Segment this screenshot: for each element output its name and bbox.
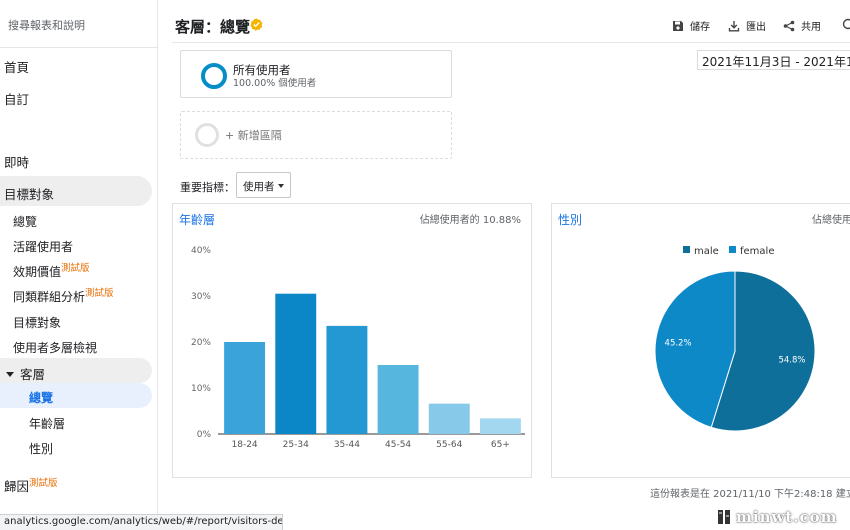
- bar-55-64[interactable]: [428, 403, 470, 434]
- x-tick-label: 35-44: [334, 440, 360, 450]
- save-button[interactable]: 儲存: [672, 18, 710, 33]
- x-tick-label: 55-64: [436, 440, 462, 450]
- date-range-picker[interactable]: 2021年11月3日 - 2021年11月9日: [697, 50, 850, 70]
- status-bar-url: analytics.google.com/analytics/web/#/rep…: [0, 514, 283, 530]
- x-tick-label: 18-24: [232, 440, 258, 450]
- beta-badge: 測試版: [85, 288, 114, 299]
- beta-badge: 測試版: [61, 263, 90, 274]
- x-tick-label: 25-34: [283, 440, 309, 450]
- sidebar-item-demographics[interactable]: 客層: [6, 364, 45, 383]
- legend-swatch-female: [729, 246, 736, 253]
- y-tick-label: 10%: [191, 384, 211, 394]
- x-tick-label: 65+: [491, 440, 510, 450]
- sidebar-item-demo-age[interactable]: 年齡層: [29, 415, 65, 432]
- header-divider: [172, 42, 850, 43]
- legend-label-male: male: [694, 246, 719, 257]
- verified-badge-icon: [250, 18, 263, 31]
- sidebar-item-lifetime-value[interactable]: 效期價值測試版: [13, 263, 90, 280]
- app-window: 搜尋報表和說明 首頁 自訂 即時 目標對象 總覽 活躍使用者 效期價值測試版 同…: [0, 0, 850, 530]
- beta-badge: 測試版: [29, 478, 58, 489]
- pie-slice-label: 45.2%: [665, 338, 692, 348]
- sidebar-item-home[interactable]: 首頁: [4, 57, 29, 76]
- segment-all-users[interactable]: 所有使用者 100.00% 個使用者: [180, 50, 452, 98]
- save-label: 儲存: [690, 22, 710, 33]
- sidebar: 搜尋報表和說明 首頁 自訂 即時 目標對象 總覽 活躍使用者 效期價值測試版 同…: [0, 0, 158, 530]
- bar-35-44[interactable]: [326, 325, 368, 434]
- sidebar-item-attribution[interactable]: 歸因測試版: [4, 476, 58, 495]
- metric-label: 重要指標：: [180, 181, 235, 194]
- add-segment-button[interactable]: + 新增區隔: [180, 111, 452, 159]
- segment-ring-icon: [201, 63, 227, 89]
- sidebar-item-cohort[interactable]: 同類群組分析測試版: [13, 288, 114, 305]
- sidebar-item-label: 同類群組分析: [13, 290, 86, 304]
- sidebar-item-label: 效期價值: [13, 265, 62, 279]
- sidebar-highlight-active: [0, 383, 152, 408]
- sidebar-search-input[interactable]: 搜尋報表和說明: [8, 17, 85, 33]
- y-tick-label: 40%: [191, 246, 211, 256]
- sidebar-item-label: 歸因: [4, 479, 30, 494]
- sidebar-item-realtime[interactable]: 即時: [4, 152, 29, 171]
- x-tick-label: 45-54: [385, 440, 411, 450]
- page-title: 客層：總覽: [175, 18, 251, 36]
- bar-45-54[interactable]: [377, 365, 419, 434]
- download-icon: [728, 20, 740, 31]
- sidebar-item-audience[interactable]: 目標對象: [4, 184, 54, 203]
- report-created-note: 這份報表是在 2021/11/10 下午2:48:18 建立的 -: [650, 489, 850, 500]
- minwt-logo-icon: [718, 510, 730, 524]
- sidebar-item-demo-gender[interactable]: 性別: [29, 440, 53, 457]
- gender-panel: 性別 佔總使用者 malefemale54.8%45.2%: [551, 203, 850, 478]
- add-segment-label: + 新增區隔: [225, 129, 282, 142]
- save-icon: [673, 20, 683, 31]
- bar-65+[interactable]: [479, 418, 521, 434]
- y-tick-label: 30%: [191, 292, 211, 302]
- sidebar-item-active-users[interactable]: 活躍使用者: [13, 238, 73, 255]
- sidebar-item-label: 客層: [20, 367, 46, 382]
- share-label: 共用: [801, 22, 821, 33]
- sidebar-item-overview[interactable]: 總覽: [13, 213, 37, 230]
- watermark: minwt.com: [736, 508, 838, 526]
- empty-segment-ring-icon: [195, 123, 219, 147]
- metric-dropdown[interactable]: 使用者: [236, 172, 291, 198]
- insights-icon[interactable]: [842, 18, 850, 30]
- y-tick-label: 0%: [197, 430, 212, 440]
- metric-selected-value: 使用者: [243, 181, 275, 193]
- dropdown-caret-icon: [278, 184, 284, 188]
- legend-swatch-male: [683, 246, 690, 253]
- sidebar-item-demo-overview[interactable]: 總覽: [29, 389, 53, 406]
- caret-down-icon: [6, 372, 14, 377]
- export-button[interactable]: 匯出: [728, 18, 766, 33]
- sidebar-divider: [0, 47, 158, 48]
- sidebar-item-audiences[interactable]: 目標對象: [13, 314, 61, 331]
- age-panel: 年齡層 佔總使用者的 10.88% 0% 10% 20% 30% 40% 18-24 25-…: [172, 203, 532, 478]
- export-label: 匯出: [746, 22, 766, 33]
- legend-label-female: female: [740, 246, 774, 257]
- gender-pie-chart: male female 54.8% 45.2%: [654, 246, 816, 432]
- sidebar-item-custom[interactable]: 自訂: [4, 89, 29, 108]
- share-button[interactable]: 共用: [783, 18, 821, 33]
- y-tick-label: 20%: [191, 338, 211, 348]
- pie-slice-label: 54.8%: [778, 356, 805, 366]
- age-bar-chart: 0% 10% 20% 30% 40% 18-24 25-34 35-44 45-54 55-64 6…: [191, 246, 525, 450]
- share-icon: [783, 20, 795, 31]
- bar-25-34[interactable]: [275, 293, 317, 434]
- segment-percentage: 100.00% 個使用者: [233, 78, 317, 89]
- bar-18-24[interactable]: [224, 342, 266, 434]
- sidebar-item-user-explorer[interactable]: 使用者多層檢視: [13, 339, 97, 356]
